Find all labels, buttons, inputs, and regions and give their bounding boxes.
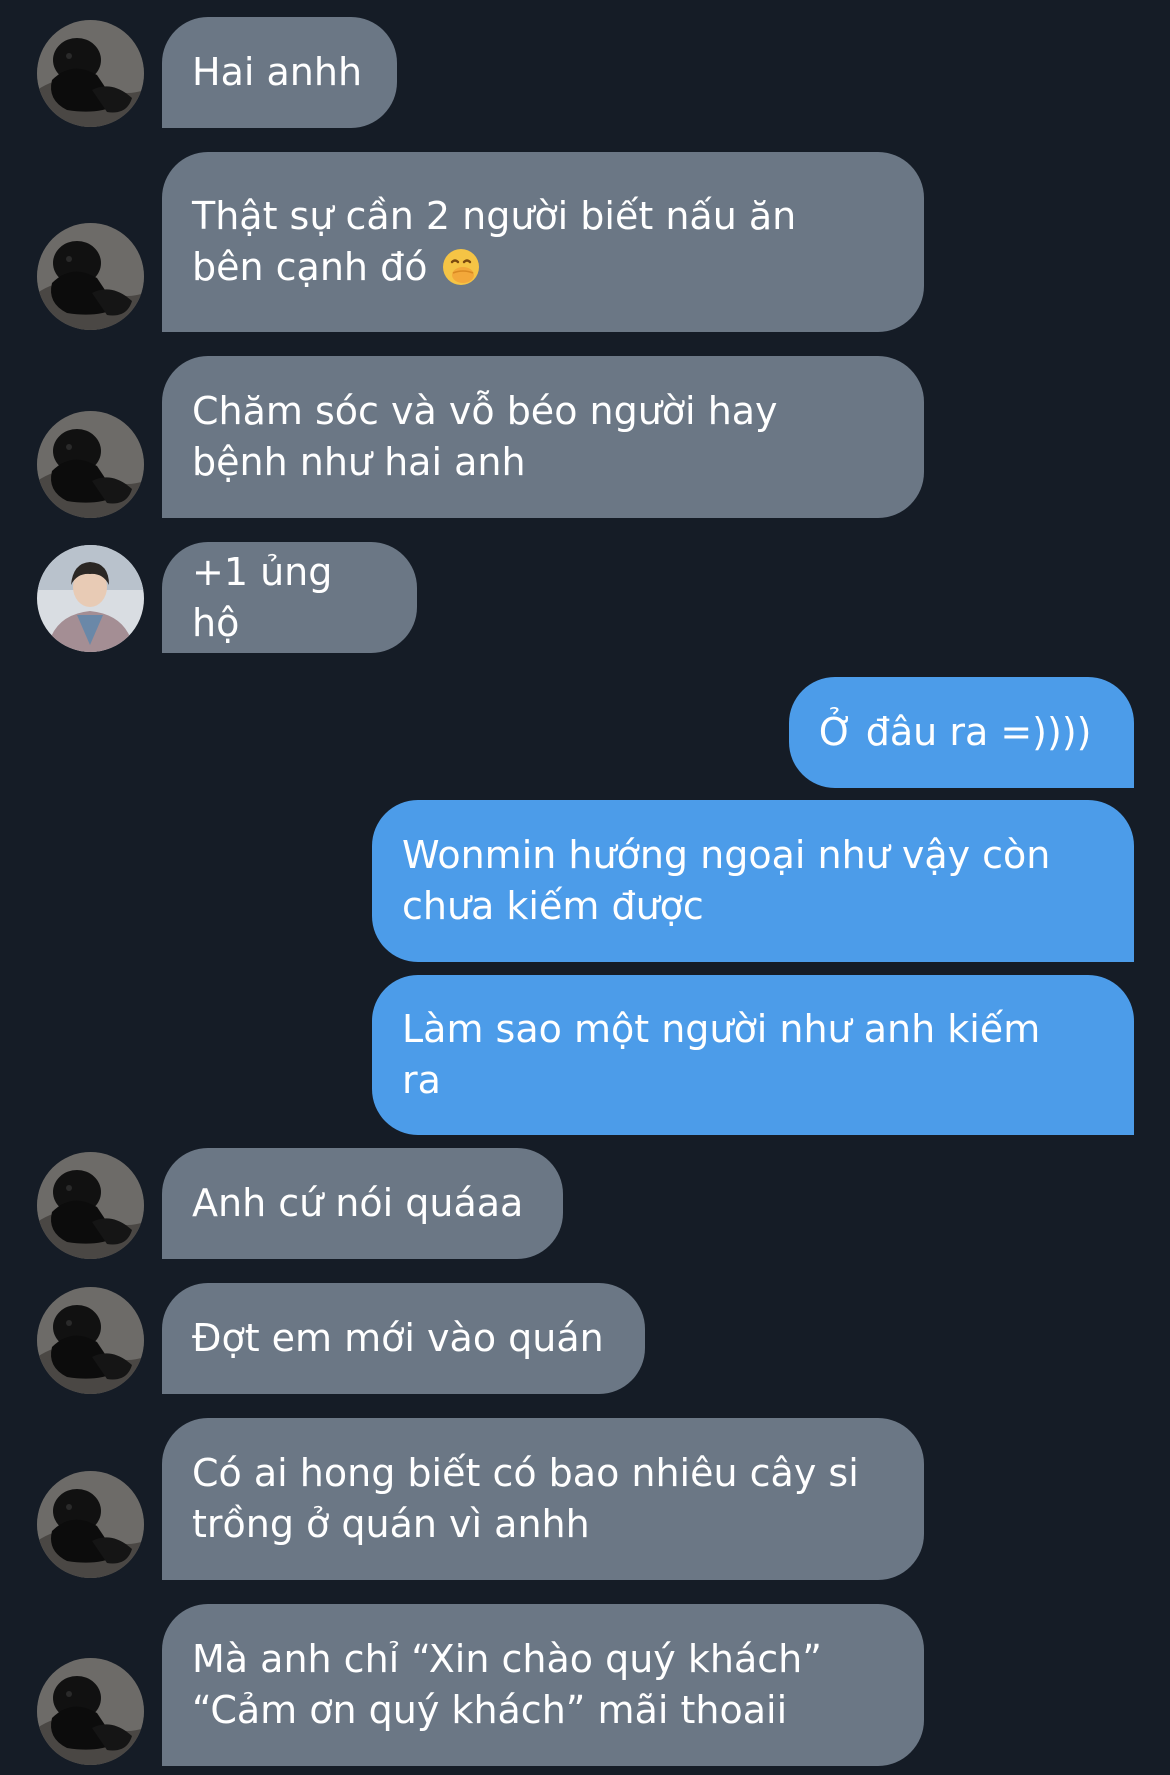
- message-bubble-incoming[interactable]: Anh cứ nói quáaa: [162, 1148, 563, 1259]
- message-bubble-incoming[interactable]: Mà anh chỉ “Xin chào quý khách” “Cảm ơn …: [162, 1604, 924, 1766]
- message-text: Wonmin hướng ngoại như vậy còn chưa kiếm…: [402, 833, 1051, 928]
- message-text: Ở đâu ra =)))): [819, 710, 1092, 754]
- chat-thread: Hai anhh Thật sự cần 2 người biết nấu ăn…: [0, 0, 1170, 1775]
- message-text: Chăm sóc và vỗ béo người hay bệnh như ha…: [192, 389, 778, 484]
- message-bubble-incoming[interactable]: +1 ủng hộ: [162, 542, 417, 653]
- dark-avatar-icon[interactable]: [37, 411, 144, 518]
- dark-avatar-icon[interactable]: [37, 1287, 144, 1394]
- message-bubble-outgoing[interactable]: Ở đâu ra =)))): [789, 677, 1134, 788]
- message-bubble-incoming[interactable]: Thật sự cần 2 người biết nấu ăn bên cạnh…: [162, 152, 924, 332]
- dark-avatar-icon[interactable]: [37, 1471, 144, 1578]
- photo-avatar-icon[interactable]: [37, 545, 144, 652]
- message-text: Hai anhh: [192, 50, 363, 94]
- message-text: Làm sao một người như anh kiếm ra: [402, 1007, 1041, 1102]
- message-bubble-incoming[interactable]: Chăm sóc và vỗ béo người hay bệnh như ha…: [162, 356, 924, 518]
- message-bubble-outgoing[interactable]: Wonmin hướng ngoại như vậy còn chưa kiếm…: [372, 800, 1134, 962]
- message-text: Đợt em mới vào quán: [192, 1316, 604, 1360]
- message-text: Thật sự cần 2 người biết nấu ăn bên cạnh…: [192, 194, 797, 289]
- message-bubble-incoming[interactable]: Đợt em mới vào quán: [162, 1283, 645, 1394]
- face-with-hand-over-mouth-emoji: [443, 248, 480, 285]
- dark-avatar-icon[interactable]: [37, 1658, 144, 1765]
- dark-avatar-icon[interactable]: [37, 1152, 144, 1259]
- dark-avatar-icon[interactable]: [37, 223, 144, 330]
- message-text: Có ai hong biết có bao nhiêu cây si trồn…: [192, 1451, 859, 1546]
- message-bubble-incoming[interactable]: Có ai hong biết có bao nhiêu cây si trồn…: [162, 1418, 924, 1580]
- message-bubble-incoming[interactable]: Hai anhh: [162, 17, 397, 128]
- message-text: Mà anh chỉ “Xin chào quý khách” “Cảm ơn …: [192, 1637, 822, 1732]
- message-bubble-outgoing[interactable]: Làm sao một người như anh kiếm ra: [372, 975, 1134, 1135]
- message-text: +1 ủng hộ: [192, 549, 333, 645]
- message-text: Anh cứ nói quáaa: [192, 1181, 524, 1225]
- dark-avatar-icon[interactable]: [37, 20, 144, 127]
